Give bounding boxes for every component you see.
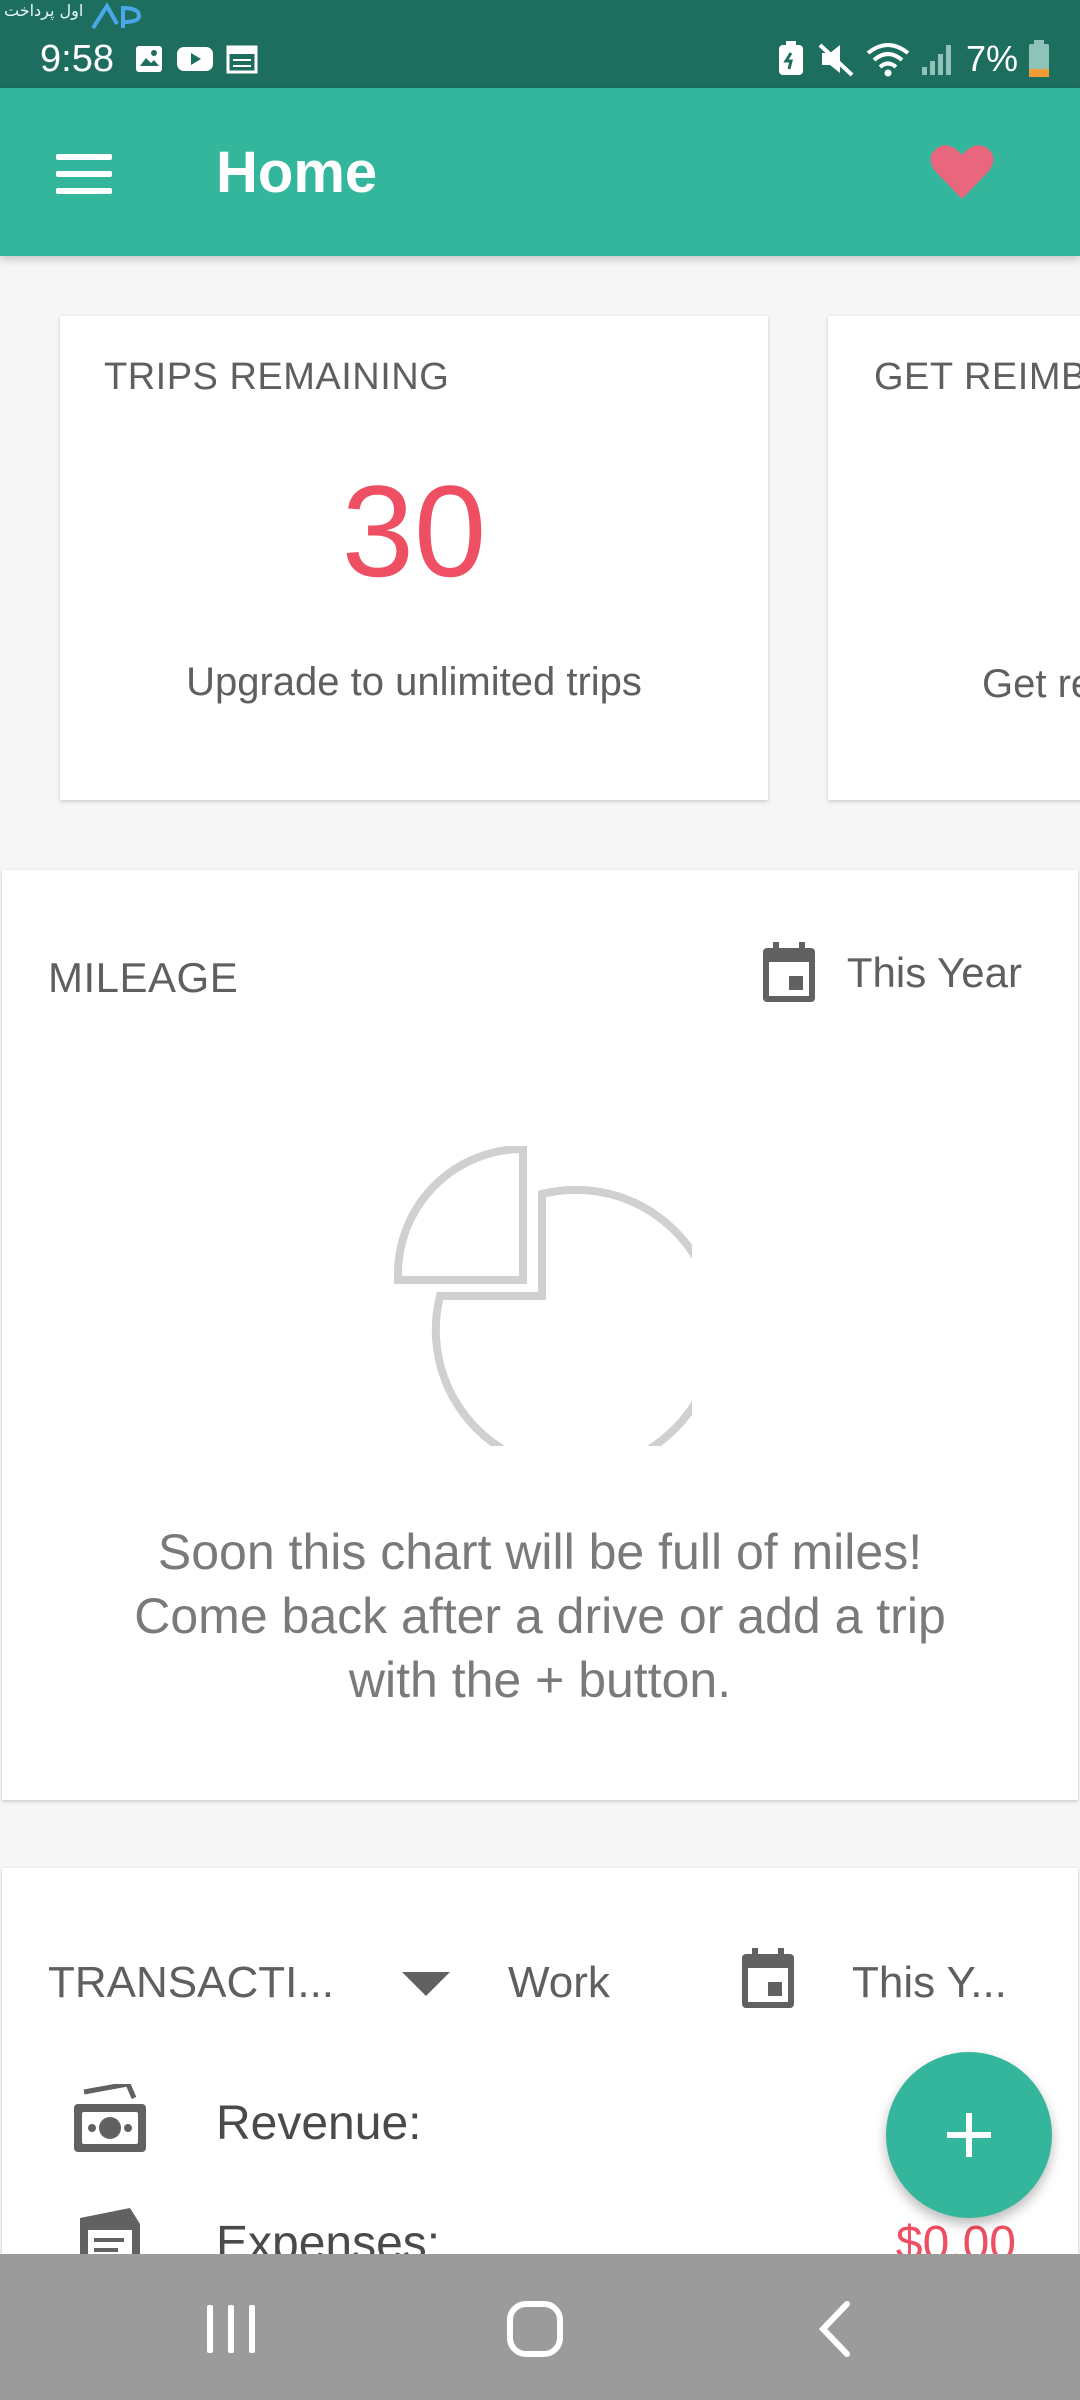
reimbursement-card-subtitle: Get re <box>982 662 1080 706</box>
reimbursement-card[interactable]: GET REIMB Get re <box>828 316 1080 800</box>
dropdown-arrow-icon[interactable] <box>400 1970 452 1998</box>
transaction-category-select[interactable]: Work <box>508 1958 610 2008</box>
upgrade-link[interactable]: Upgrade to unlimited trips <box>60 660 768 705</box>
notification-icons <box>134 44 258 74</box>
menu-icon <box>56 154 112 194</box>
system-status-icons: 7% <box>776 38 1050 80</box>
transaction-period-label[interactable]: This Y... <box>852 1958 1007 2008</box>
recents-icon <box>207 2305 255 2353</box>
mileage-period-selector[interactable]: This Year <box>761 942 1022 1004</box>
wifi-icon <box>866 43 910 77</box>
mileage-period-label: This Year <box>846 949 1022 996</box>
recent-apps-button[interactable] <box>186 2284 276 2374</box>
watermark-text: اول پرداخت <box>4 1 84 20</box>
app-bar: Home <box>0 88 1080 256</box>
revenue-label: Revenue: <box>216 2097 422 2150</box>
status-bar: اول پرداخت 9:58 7% <box>0 0 1080 88</box>
empty-chart-message: Soon this chart will be full of miles! C… <box>134 1524 946 1708</box>
home-button[interactable] <box>490 2284 580 2374</box>
transactions-card-title: TRANSACTI... <box>48 1958 335 2007</box>
trips-remaining-count: 30 <box>341 458 487 604</box>
money-icon <box>74 2084 146 2152</box>
status-time: 9:58 <box>40 38 114 80</box>
heart-icon <box>930 145 994 199</box>
mute-icon <box>818 43 854 77</box>
mileage-card: MILEAGE This Year Soon this chart will b… <box>2 870 1078 1800</box>
page-title: Home <box>216 140 378 205</box>
signal-icon <box>921 45 951 75</box>
add-trip-button[interactable] <box>886 2052 1052 2218</box>
back-icon <box>818 2301 850 2357</box>
menu-button[interactable] <box>40 134 128 214</box>
home-icon <box>507 2301 563 2357</box>
trips-remaining-card[interactable]: TRIPS REMAINING 30 Upgrade to unlimited … <box>60 316 768 800</box>
trips-card-title: TRIPS REMAINING <box>104 356 450 398</box>
calendar-icon[interactable] <box>740 1948 796 2010</box>
calendar-icon <box>226 45 258 74</box>
transactions-header: TRANSACTI... Work This Y... <box>48 1948 1038 2012</box>
plus-icon <box>947 2113 991 2157</box>
youtube-icon <box>177 47 213 71</box>
watermark-ap-icon <box>91 2 142 30</box>
mileage-card-title: MILEAGE <box>48 954 239 1001</box>
pie-chart-icon <box>394 1146 692 1446</box>
reimbursement-card-title: GET REIMB <box>874 356 1080 398</box>
battery-saver-icon <box>778 41 803 75</box>
favorite-button[interactable] <box>924 136 1000 208</box>
image-icon <box>136 46 162 72</box>
back-button[interactable] <box>790 2284 880 2374</box>
calendar-icon <box>762 942 815 1002</box>
system-navigation-bar <box>0 2254 1080 2400</box>
battery-icon <box>1029 40 1049 77</box>
battery-percent: 7% <box>965 38 1018 79</box>
watermark-logo: اول پرداخت <box>4 2 154 38</box>
